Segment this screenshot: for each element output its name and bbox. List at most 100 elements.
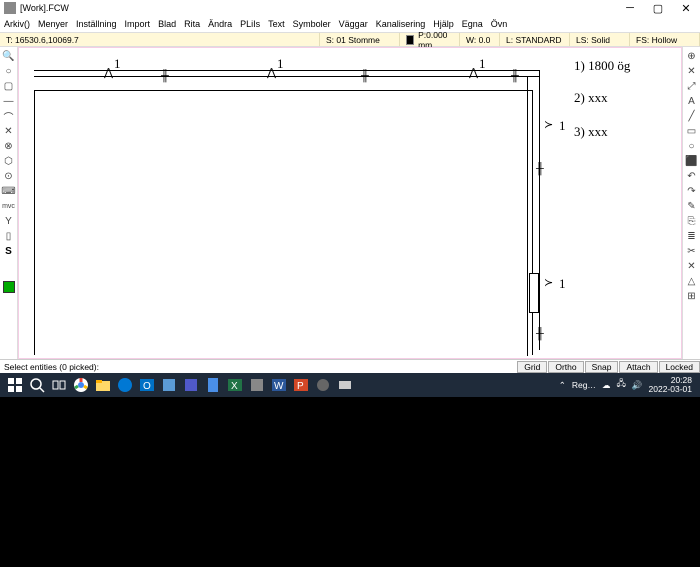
arc-icon[interactable]: ⌒ xyxy=(2,109,16,123)
keyboard-icon[interactable]: ⌨ xyxy=(2,184,16,198)
powerpoint-icon[interactable]: P xyxy=(290,375,312,395)
hex-icon[interactable]: ⬡ xyxy=(2,154,16,168)
menu-item[interactable]: Hjälp xyxy=(433,19,454,29)
app3-icon[interactable] xyxy=(312,375,334,395)
menu-item[interactable]: Text xyxy=(268,19,285,29)
status-grid-button[interactable]: Grid xyxy=(517,361,547,373)
sheet-field[interactable]: S: 01 Stomme xyxy=(320,33,400,46)
drawing-note: 1) 1800 ög xyxy=(574,58,630,74)
zoom-icon[interactable]: 🔍 xyxy=(2,49,16,63)
layers-icon[interactable]: ≣ xyxy=(685,229,699,243)
menu-item[interactable]: Symboler xyxy=(293,19,331,29)
tray-lang[interactable]: Reg… xyxy=(572,380,596,390)
fill-icon[interactable]: ⬛ xyxy=(685,154,699,168)
outlook-icon[interactable]: O xyxy=(136,375,158,395)
menu-item[interactable]: Inställning xyxy=(76,19,117,29)
dim-mark: ╫ xyxy=(361,70,369,82)
tray-cloud-icon[interactable]: ☁ xyxy=(602,380,611,391)
menu-item[interactable]: Menyer xyxy=(38,19,68,29)
tray-net-icon[interactable]: 🖧 xyxy=(616,378,625,392)
status-ortho-button[interactable]: Ortho xyxy=(548,361,583,373)
edit-icon[interactable]: ✎ xyxy=(685,199,699,213)
diag-icon[interactable]: ╱ xyxy=(685,109,699,123)
close-button[interactable]: ✕ xyxy=(676,2,696,15)
redo-icon[interactable]: ↷ xyxy=(685,184,699,198)
drawing-note: 3) xxx xyxy=(574,124,608,140)
menu-item[interactable]: PLiIs xyxy=(240,19,260,29)
status-attach-button[interactable]: Attach xyxy=(619,361,657,373)
calc-icon[interactable] xyxy=(202,375,224,395)
cross-icon[interactable]: ✕ xyxy=(2,124,16,138)
word-icon[interactable]: W xyxy=(268,375,290,395)
taskview-icon[interactable] xyxy=(48,375,70,395)
minimize-button[interactable]: ─ xyxy=(620,2,640,15)
tool-icon[interactable]: ⊗ xyxy=(2,139,16,153)
chrome-icon[interactable] xyxy=(70,375,92,395)
copy-icon[interactable]: ⎘ xyxy=(685,214,699,228)
app-icon[interactable] xyxy=(158,375,180,395)
symbol-mark: ≻ xyxy=(544,276,553,289)
menu-item[interactable]: Väggar xyxy=(339,19,368,29)
linestyle-field[interactable]: LS: Solid xyxy=(570,33,630,46)
edge-icon[interactable] xyxy=(114,375,136,395)
menu-item[interactable]: Arkiv() xyxy=(4,19,30,29)
grid-icon[interactable]: ⊞ xyxy=(685,289,699,303)
symbol-mark: ⋀ xyxy=(267,66,276,79)
circle-icon[interactable]: ○ xyxy=(2,64,16,78)
dim-mark: ╫ xyxy=(536,163,544,175)
maximize-button[interactable]: ▢ xyxy=(648,2,668,15)
circ2-icon[interactable]: ○ xyxy=(685,139,699,153)
color-swatch[interactable] xyxy=(406,35,414,45)
menu-item[interactable]: Övn xyxy=(491,19,508,29)
delete-icon[interactable]: ✕ xyxy=(685,259,699,273)
tray-vol-icon[interactable]: 🔊 xyxy=(632,380,643,391)
app-icon xyxy=(4,2,16,14)
taskbar-clock[interactable]: 20:28 2022-03-01 xyxy=(649,376,696,395)
dim-mark: ╫ xyxy=(536,328,544,340)
search-icon[interactable] xyxy=(26,375,48,395)
menu-item[interactable]: Import xyxy=(125,19,151,29)
drawing-note: 2) xxx xyxy=(574,90,608,106)
width-field[interactable]: W: 0.0 xyxy=(460,33,500,46)
zoom-extents-icon[interactable]: ⊕ xyxy=(685,49,699,63)
start-button[interactable] xyxy=(4,375,26,395)
coord-field[interactable]: T: 16530.6,10069.7 xyxy=(0,33,320,46)
app4-icon[interactable] xyxy=(334,375,356,395)
rect-icon[interactable]: ▢ xyxy=(2,79,16,93)
line-icon[interactable]: — xyxy=(2,94,16,108)
y-icon[interactable]: Y xyxy=(2,214,16,228)
status-message: Select entities (0 picked): xyxy=(0,362,496,372)
cut-icon[interactable]: ✂ xyxy=(685,244,699,258)
fillstyle-field[interactable]: FS: Hollow xyxy=(630,33,700,46)
box-icon[interactable]: ▯ xyxy=(2,229,16,243)
rect2-icon[interactable]: ▭ xyxy=(685,124,699,138)
explorer-icon[interactable] xyxy=(92,375,114,395)
tri-icon[interactable]: △ xyxy=(685,274,699,288)
status-snap-button[interactable]: Snap xyxy=(585,361,619,373)
drawing-canvas[interactable]: 1 1 1 ⋀ ⋀ ⋀ ╫ ╫ ╫ 1 ≻ 1 ≻ ╫ ╫ 1) 1800 ög… xyxy=(18,47,682,359)
mvc-icon[interactable]: mvc xyxy=(2,199,16,213)
work-area: 🔍 ○ ▢ — ⌒ ✕ ⊗ ⬡ ⊙ ⌨ mvc Y ▯ S 1 1 1 ⋀ ⋀ xyxy=(0,47,700,359)
fullscreen-icon[interactable]: ⤢ xyxy=(685,79,699,93)
menu-item[interactable]: Kanalisering xyxy=(376,19,426,29)
menu-item[interactable]: Rita xyxy=(184,19,200,29)
undo-icon[interactable]: ↶ xyxy=(685,169,699,183)
close-view-icon[interactable]: ✕ xyxy=(685,64,699,78)
target-icon[interactable]: ⊙ xyxy=(2,169,16,183)
tray-chevron-icon[interactable]: ⌃ xyxy=(559,380,566,391)
s-icon[interactable]: S xyxy=(2,244,16,258)
color-icon[interactable] xyxy=(2,280,16,294)
status-locked-button[interactable]: Locked xyxy=(659,361,700,373)
pen-field[interactable]: P:0.000 mm xyxy=(400,33,460,46)
layer-field[interactable]: L: STANDARD xyxy=(500,33,570,46)
taskbar: O X W P ⌃ Reg… ☁ 🖧 🔊 20:28 2022-03-01 xyxy=(0,373,700,397)
app2-icon[interactable] xyxy=(246,375,268,395)
excel-icon[interactable]: X xyxy=(224,375,246,395)
window-title: [Work].FCW xyxy=(20,3,620,13)
system-tray[interactable]: ⌃ Reg… ☁ 🖧 🔊 20:28 2022-03-01 xyxy=(559,376,696,395)
menu-item[interactable]: Ändra xyxy=(208,19,232,29)
teams-icon[interactable] xyxy=(180,375,202,395)
menu-item[interactable]: Blad xyxy=(158,19,176,29)
text-icon[interactable]: A xyxy=(685,94,699,108)
menu-item[interactable]: Egna xyxy=(462,19,483,29)
